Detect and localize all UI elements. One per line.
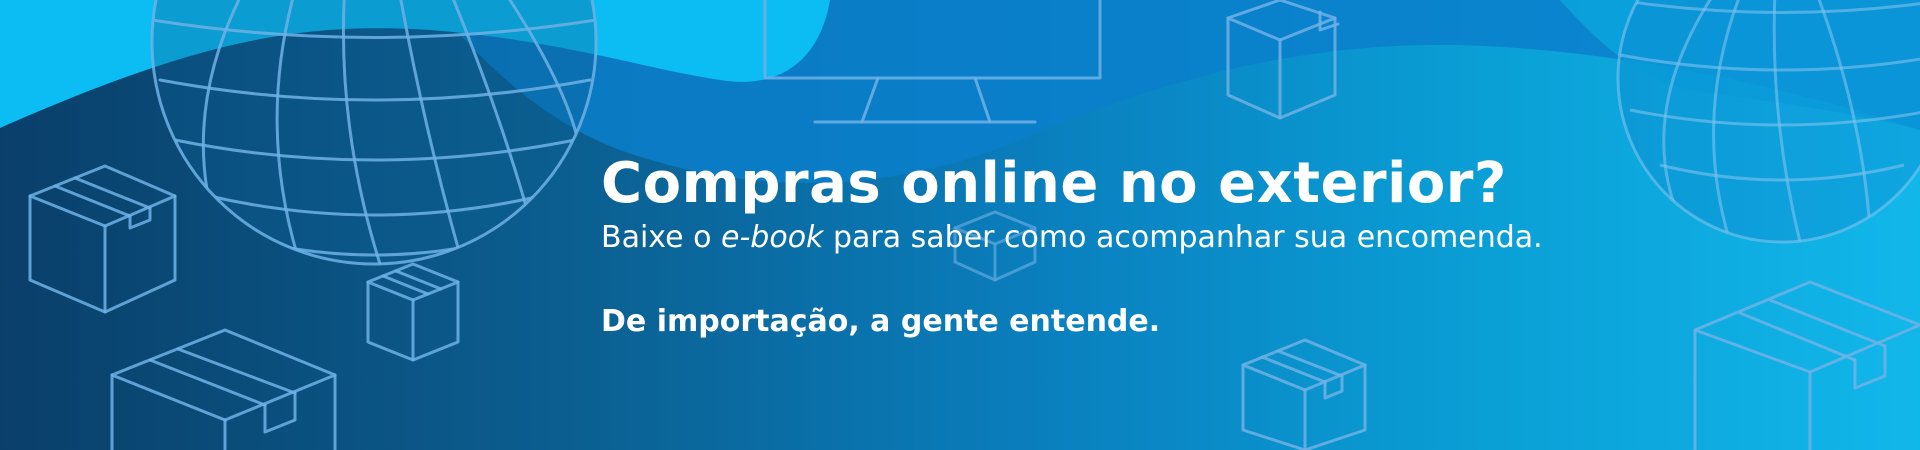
package-box-icon [1241, 338, 1367, 450]
globe-icon [1616, 0, 1920, 244]
subtitle: Baixe o e-book para saber como acompanha… [601, 218, 1543, 258]
globe-icon [150, 0, 598, 266]
ebook-promo-banner[interactable]: Compras online no exterior? Baixe o e-bo… [0, 0, 1920, 450]
package-box-icon [110, 328, 337, 450]
package-box-icon [366, 262, 460, 362]
tagline: De importação, a gente entende. [601, 304, 1161, 339]
headline: Compras online no exterior? [601, 151, 1507, 216]
subtitle-text-end: para saber como acompanhar sua encomenda… [823, 220, 1543, 255]
ebook-emphasis: e-book [721, 220, 824, 255]
package-box-icon [28, 164, 177, 314]
package-box-icon [1693, 280, 1920, 450]
subtitle-text: Baixe o [601, 220, 722, 255]
banner-copy: Compras online no exterior? Baixe o e-bo… [601, 150, 1543, 342]
